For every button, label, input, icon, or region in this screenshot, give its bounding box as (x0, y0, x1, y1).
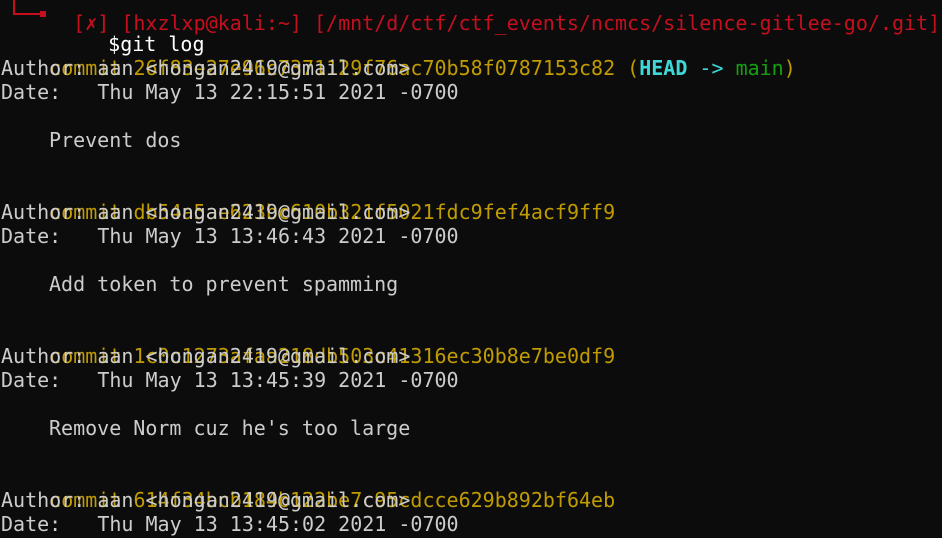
terminal-window[interactable]: [✗] [hxzlxp@kali:~] [/mnt/d/ctf/ctf_even… (0, 0, 942, 538)
commit-line: commit 614f34bcb184b122be7c95cdcce629b89… (1, 464, 615, 512)
author-label: Author: (1, 200, 86, 224)
date-value: Thu May 13 13:46:43 2021 -0700 (97, 224, 459, 248)
date-label: Date: (1, 512, 62, 536)
date-line: Date: Thu May 13 13:45:02 2021 -0700 (1, 512, 459, 536)
date-label: Date: (1, 224, 62, 248)
author-label: Author: (1, 344, 86, 368)
commit-line: commit db54a5ae623bc610b321f5021fdc9fef4… (1, 176, 615, 224)
date-value: Thu May 13 13:45:39 2021 -0700 (97, 368, 459, 392)
author-label: Author: (1, 488, 86, 512)
commit-message: Prevent dos (49, 128, 182, 152)
date-value: Thu May 13 13:45:02 2021 -0700 (97, 512, 459, 536)
author-line: Author: aan <hongan2419@gmail.com> (1, 344, 410, 368)
ref-close: ) (783, 56, 796, 80)
date-value: Thu May 13 22:15:51 2021 -0700 (97, 80, 459, 104)
date-label: Date: (1, 368, 62, 392)
commit-message: Add token to prevent spamming (49, 272, 399, 296)
author-value: aan <hongan2419@gmail.com> (97, 344, 411, 368)
author-line: Author: aan <hongan2419@gmail.com> (1, 488, 410, 512)
author-label: Author: (1, 56, 86, 80)
command-line: $git log (60, 8, 204, 56)
commit-line: commit 1c0c1273afaa218db503c41316ec30b8e… (1, 320, 615, 368)
date-line: Date: Thu May 13 13:46:43 2021 -0700 (1, 224, 459, 248)
author-line: Author: aan <hongan2419@gmail.com> (1, 56, 410, 80)
date-label: Date: (1, 80, 62, 104)
head-ref: HEAD (639, 56, 688, 80)
date-line: Date: Thu May 13 13:45:39 2021 -0700 (1, 368, 459, 392)
author-line: Author: aan <hongan2419@gmail.com> (1, 200, 410, 224)
commit-message: Remove Norm cuz he's too large (49, 416, 411, 440)
author-value: aan <hongan2419@gmail.com> (97, 488, 411, 512)
commit-line: commit 26f83e27e96c7371129f76ac70b58f078… (1, 32, 796, 80)
author-value: aan <hongan2419@gmail.com> (97, 56, 411, 80)
prompt-connector-icon (13, 0, 46, 17)
branch-ref: main (735, 56, 784, 80)
date-line: Date: Thu May 13 22:15:51 2021 -0700 (1, 80, 459, 104)
author-value: aan <hongan2419@gmail.com> (97, 200, 411, 224)
ref-arrow: -> (699, 56, 724, 80)
ref-open: ( (627, 56, 640, 80)
